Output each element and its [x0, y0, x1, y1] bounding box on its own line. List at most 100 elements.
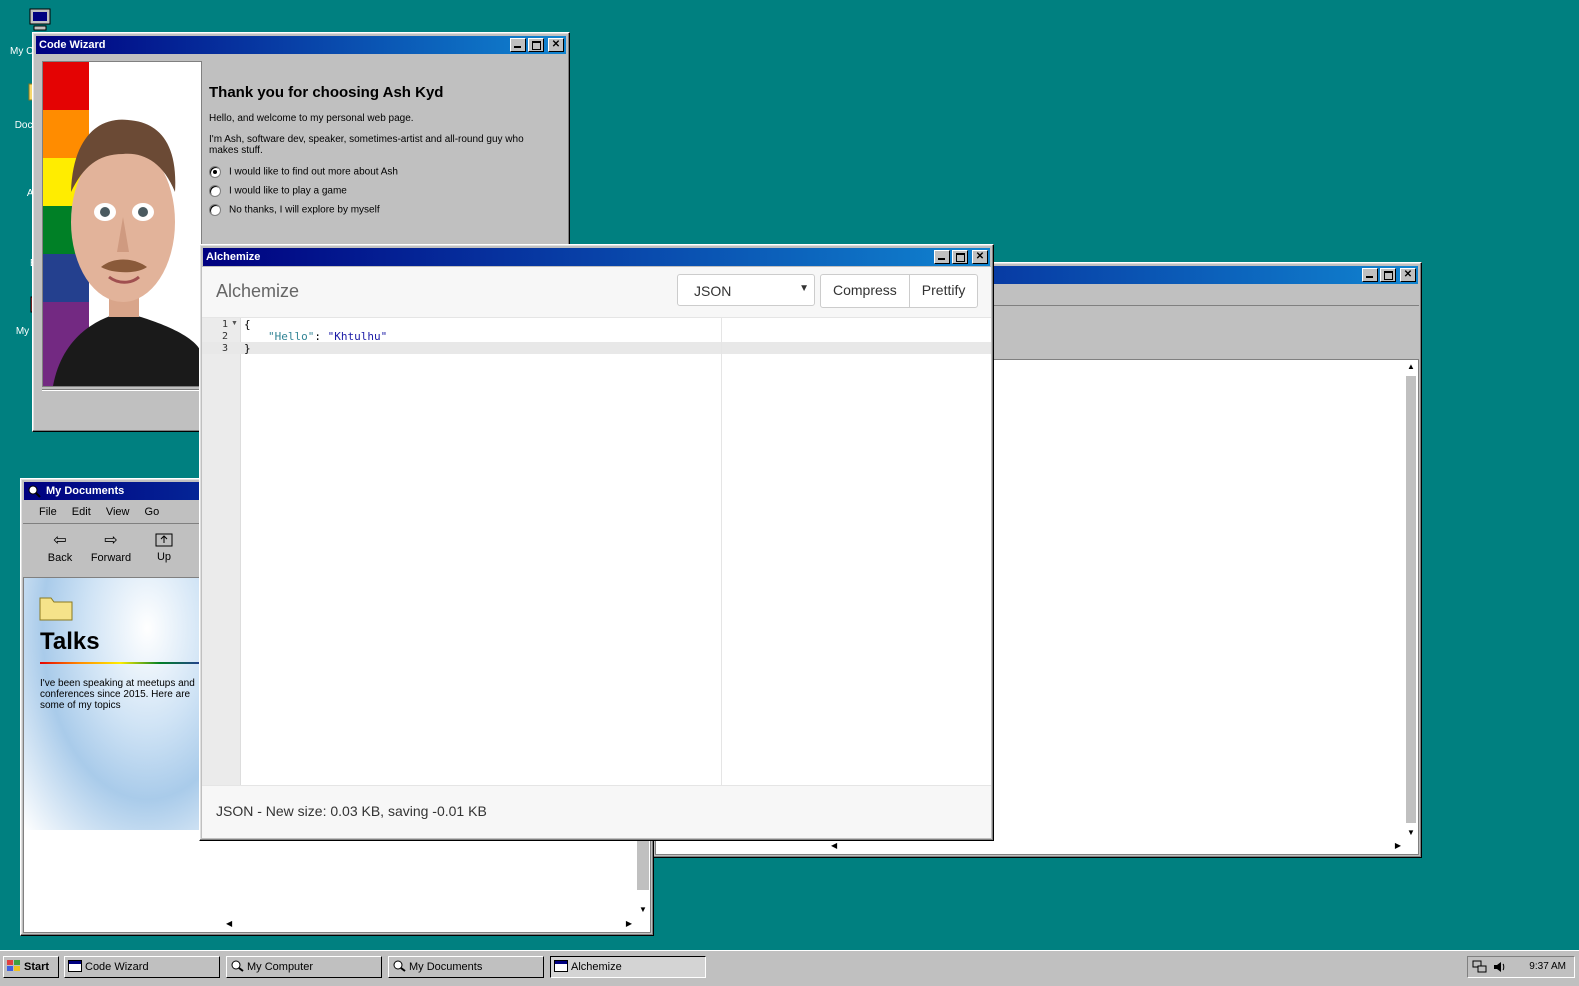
title-underline [40, 662, 200, 664]
scroll-down-arrow-icon[interactable]: ▼ [639, 905, 647, 914]
status-text: JSON - New size: 0.03 KB, saving -0.01 K… [216, 803, 487, 819]
maximize-button[interactable] [528, 38, 544, 52]
compress-button[interactable]: Compress [821, 275, 910, 307]
scroll-right-arrow-icon[interactable]: ▶ [1395, 841, 1401, 850]
close-button[interactable]: ✕ [548, 38, 564, 52]
horizontal-scrollbar[interactable]: ◀ ▶ [829, 840, 1403, 854]
clock: 9:37 AM [1529, 961, 1566, 972]
close-button[interactable]: ✕ [1400, 268, 1416, 282]
json-key: "Hello" [268, 330, 315, 343]
scroll-left-arrow-icon[interactable]: ◀ [831, 841, 837, 850]
print-margin [721, 318, 722, 786]
line-number: 3 [221, 343, 228, 354]
status-bar: JSON - New size: 0.03 KB, saving -0.01 K… [202, 785, 991, 838]
radio-selected[interactable] [209, 166, 221, 178]
option-label: No thanks, I will explore by myself [229, 204, 380, 216]
format-select[interactable]: JSON ▼ [677, 274, 815, 306]
folder-title: Talks [40, 628, 100, 655]
vertical-scrollbar[interactable]: ▼ [636, 834, 650, 916]
folder-icon [39, 597, 73, 621]
taskbar: Start Code Wizard My Computer My Documen… [0, 950, 1579, 986]
up-folder-icon [155, 533, 173, 547]
button-group: Compress Prettify [820, 274, 979, 308]
start-label: Start [24, 961, 50, 973]
app-name: Alchemize [216, 281, 300, 301]
folder-description: I've been speaking at meetups and confer… [40, 678, 195, 711]
json-value: "Khtulhu" [327, 330, 388, 343]
task-alchemize[interactable]: Alchemize [550, 956, 706, 978]
alchemize-window[interactable]: Alchemize ✕ Alchemize JSON ▼ Compress Pr… [199, 244, 994, 841]
code-token: } [244, 342, 251, 355]
up-label: Up [156, 551, 172, 563]
wizard-option-2[interactable]: I would like to play a game [209, 185, 347, 197]
system-tray: 9:37 AM [1467, 956, 1575, 978]
fold-arrow-icon[interactable]: ▼ [231, 320, 238, 327]
window-icon [554, 960, 568, 972]
scroll-thumb[interactable] [1406, 376, 1416, 823]
back-button[interactable]: ⇦ Back [43, 530, 77, 564]
prettify-button[interactable]: Prettify [910, 275, 978, 307]
line-number: 1 [221, 319, 228, 330]
task-my-documents[interactable]: My Documents [388, 956, 544, 978]
minimize-button[interactable] [1362, 268, 1378, 282]
minimize-button[interactable] [934, 250, 950, 264]
folder-sidebar: Talks I've been speaking at meetups and … [24, 578, 200, 830]
alchemize-titlebar[interactable]: Alchemize ✕ [203, 248, 990, 266]
task-my-computer[interactable]: My Computer [226, 956, 382, 978]
menu-go[interactable]: Go [145, 503, 160, 521]
wizard-image-frame [42, 61, 202, 387]
vertical-scrollbar[interactable]: ▲ ▼ [1404, 360, 1418, 839]
menu-view[interactable]: View [106, 503, 130, 521]
wizard-about: I'm Ash, software dev, speaker, sometime… [209, 134, 524, 156]
explorer-icon [28, 485, 41, 498]
back-arrow-icon: ⇦ [53, 532, 67, 549]
horizontal-scrollbar[interactable]: ◀ ▶ [224, 918, 636, 932]
task-label: Code Wizard [85, 961, 149, 973]
up-button[interactable]: Up [147, 530, 181, 563]
code-wizard-titlebar[interactable]: Code Wizard ✕ [36, 36, 566, 54]
volume-icon[interactable] [1492, 960, 1506, 974]
menu-file[interactable]: File [39, 503, 57, 521]
task-label: My Documents [409, 961, 483, 973]
radio-unselected[interactable] [209, 185, 221, 197]
scroll-up-arrow-icon[interactable]: ▲ [1407, 362, 1415, 371]
wizard-option-3[interactable]: No thanks, I will explore by myself [209, 204, 380, 216]
alchemize-content: Alchemize JSON ▼ Compress Prettify 1 ▼ 2… [202, 267, 991, 838]
active-line-highlight [202, 342, 991, 354]
scroll-down-arrow-icon[interactable]: ▼ [1407, 828, 1415, 837]
wizard-heading: Thank you for choosing Ash Kyd [209, 84, 444, 101]
chevron-down-icon: ▼ [799, 283, 809, 294]
code-line: { [244, 318, 251, 331]
menu-edit[interactable]: Edit [72, 503, 91, 521]
back-label: Back [47, 552, 73, 564]
code-token: { [244, 318, 251, 331]
minimize-button[interactable] [510, 38, 526, 52]
scroll-thumb[interactable] [637, 834, 649, 890]
task-label: Alchemize [571, 961, 622, 973]
forward-button[interactable]: ⇨ Forward [89, 530, 133, 564]
computer-icon [29, 8, 51, 31]
portrait-image [53, 119, 201, 386]
close-button[interactable]: ✕ [972, 250, 988, 264]
task-code-wizard[interactable]: Code Wizard [64, 956, 220, 978]
wizard-option-1[interactable]: I would like to find out more about Ash [209, 166, 398, 178]
format-select-value: JSON [694, 283, 732, 299]
editor-gutter [202, 318, 241, 786]
maximize-button[interactable] [952, 250, 968, 264]
window-title: Code Wizard [39, 39, 106, 51]
window-icon [68, 960, 82, 972]
option-label: I would like to play a game [229, 185, 347, 197]
network-icon[interactable] [1472, 960, 1488, 974]
radio-unselected[interactable] [209, 204, 221, 216]
start-button[interactable]: Start [3, 956, 59, 978]
toolbar: ⇦ Back ⇨ Forward Up [23, 523, 203, 576]
scroll-left-arrow-icon[interactable]: ◀ [226, 919, 232, 928]
forward-arrow-icon: ⇨ [104, 532, 118, 549]
wizard-intro: Hello, and welcome to my personal web pa… [209, 113, 414, 124]
scroll-right-arrow-icon[interactable]: ▶ [626, 919, 632, 928]
code-editor[interactable]: 1 ▼ 2 3 { "Hello": "Khtulhu" } [202, 318, 991, 786]
task-label: My Computer [247, 961, 314, 973]
menu-bar: File Edit View Go [39, 503, 171, 521]
code-line: "Hello": "Khtulhu" [268, 330, 387, 343]
maximize-button[interactable] [1380, 268, 1396, 282]
